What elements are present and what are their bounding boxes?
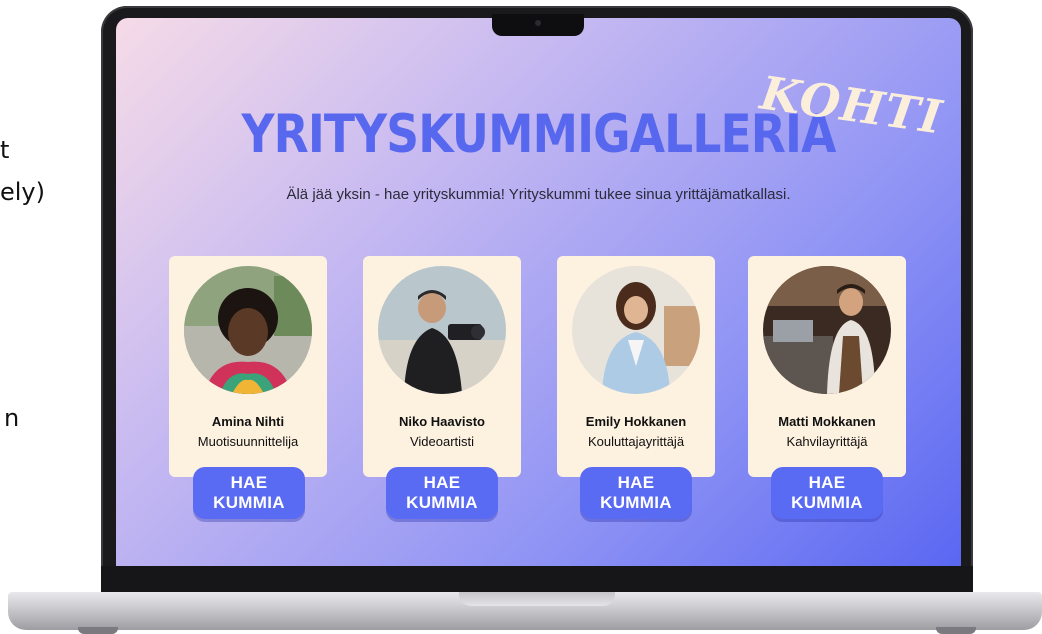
laptop-opening-notch — [459, 592, 615, 606]
mentor-photo — [572, 266, 700, 394]
hae-kummia-button[interactable]: HAE KUMMIA — [771, 467, 883, 519]
mentor-role: Videoartisti — [409, 434, 475, 449]
mentor-name: Amina Nihti — [211, 414, 285, 429]
camera-notch — [492, 14, 584, 36]
hae-kummia-button[interactable]: HAE KUMMIA — [193, 467, 305, 519]
page-subtitle: Älä jää yksin - hae yrityskummia! Yritys… — [286, 186, 791, 203]
mentor-card: Niko Haavisto Videoartisti — [363, 256, 521, 477]
mentor-photo — [378, 266, 506, 394]
background-text-2: ely) — [0, 178, 45, 206]
laptop-foot-left — [78, 627, 118, 634]
camera-icon — [535, 20, 541, 26]
mentor-role: Muotisuunnittelija — [197, 434, 299, 449]
mentor-name: Emily Hokkanen — [585, 414, 687, 429]
mentor-card: Matti Mokkanen Kahvilayrittäjä — [748, 256, 906, 477]
mentor-name: Niko Haavisto — [399, 414, 485, 429]
mentor-photo — [763, 266, 891, 394]
mentor-role: Kouluttajayrittäjä — [587, 434, 685, 449]
hae-kummia-button[interactable]: HAE KUMMIA — [580, 467, 692, 519]
background-text-3: n — [4, 404, 20, 432]
laptop-screen: YRITYSKUMMIGALLERIA KOHTI Älä jää yksin … — [116, 18, 961, 566]
laptop-foot-right — [936, 627, 976, 634]
mentor-name: Matti Mokkanen — [778, 414, 876, 429]
mentor-card: Emily Hokkanen Kouluttajayrittäjä — [557, 256, 715, 477]
mentor-card: Amina Nihti Muotisuunnittelija — [169, 256, 327, 477]
background-text-1: t — [0, 136, 10, 164]
mentor-role: Kahvilayrittäjä — [786, 434, 868, 449]
hae-kummia-button[interactable]: HAE KUMMIA — [386, 467, 498, 519]
mentor-photo — [184, 266, 312, 394]
